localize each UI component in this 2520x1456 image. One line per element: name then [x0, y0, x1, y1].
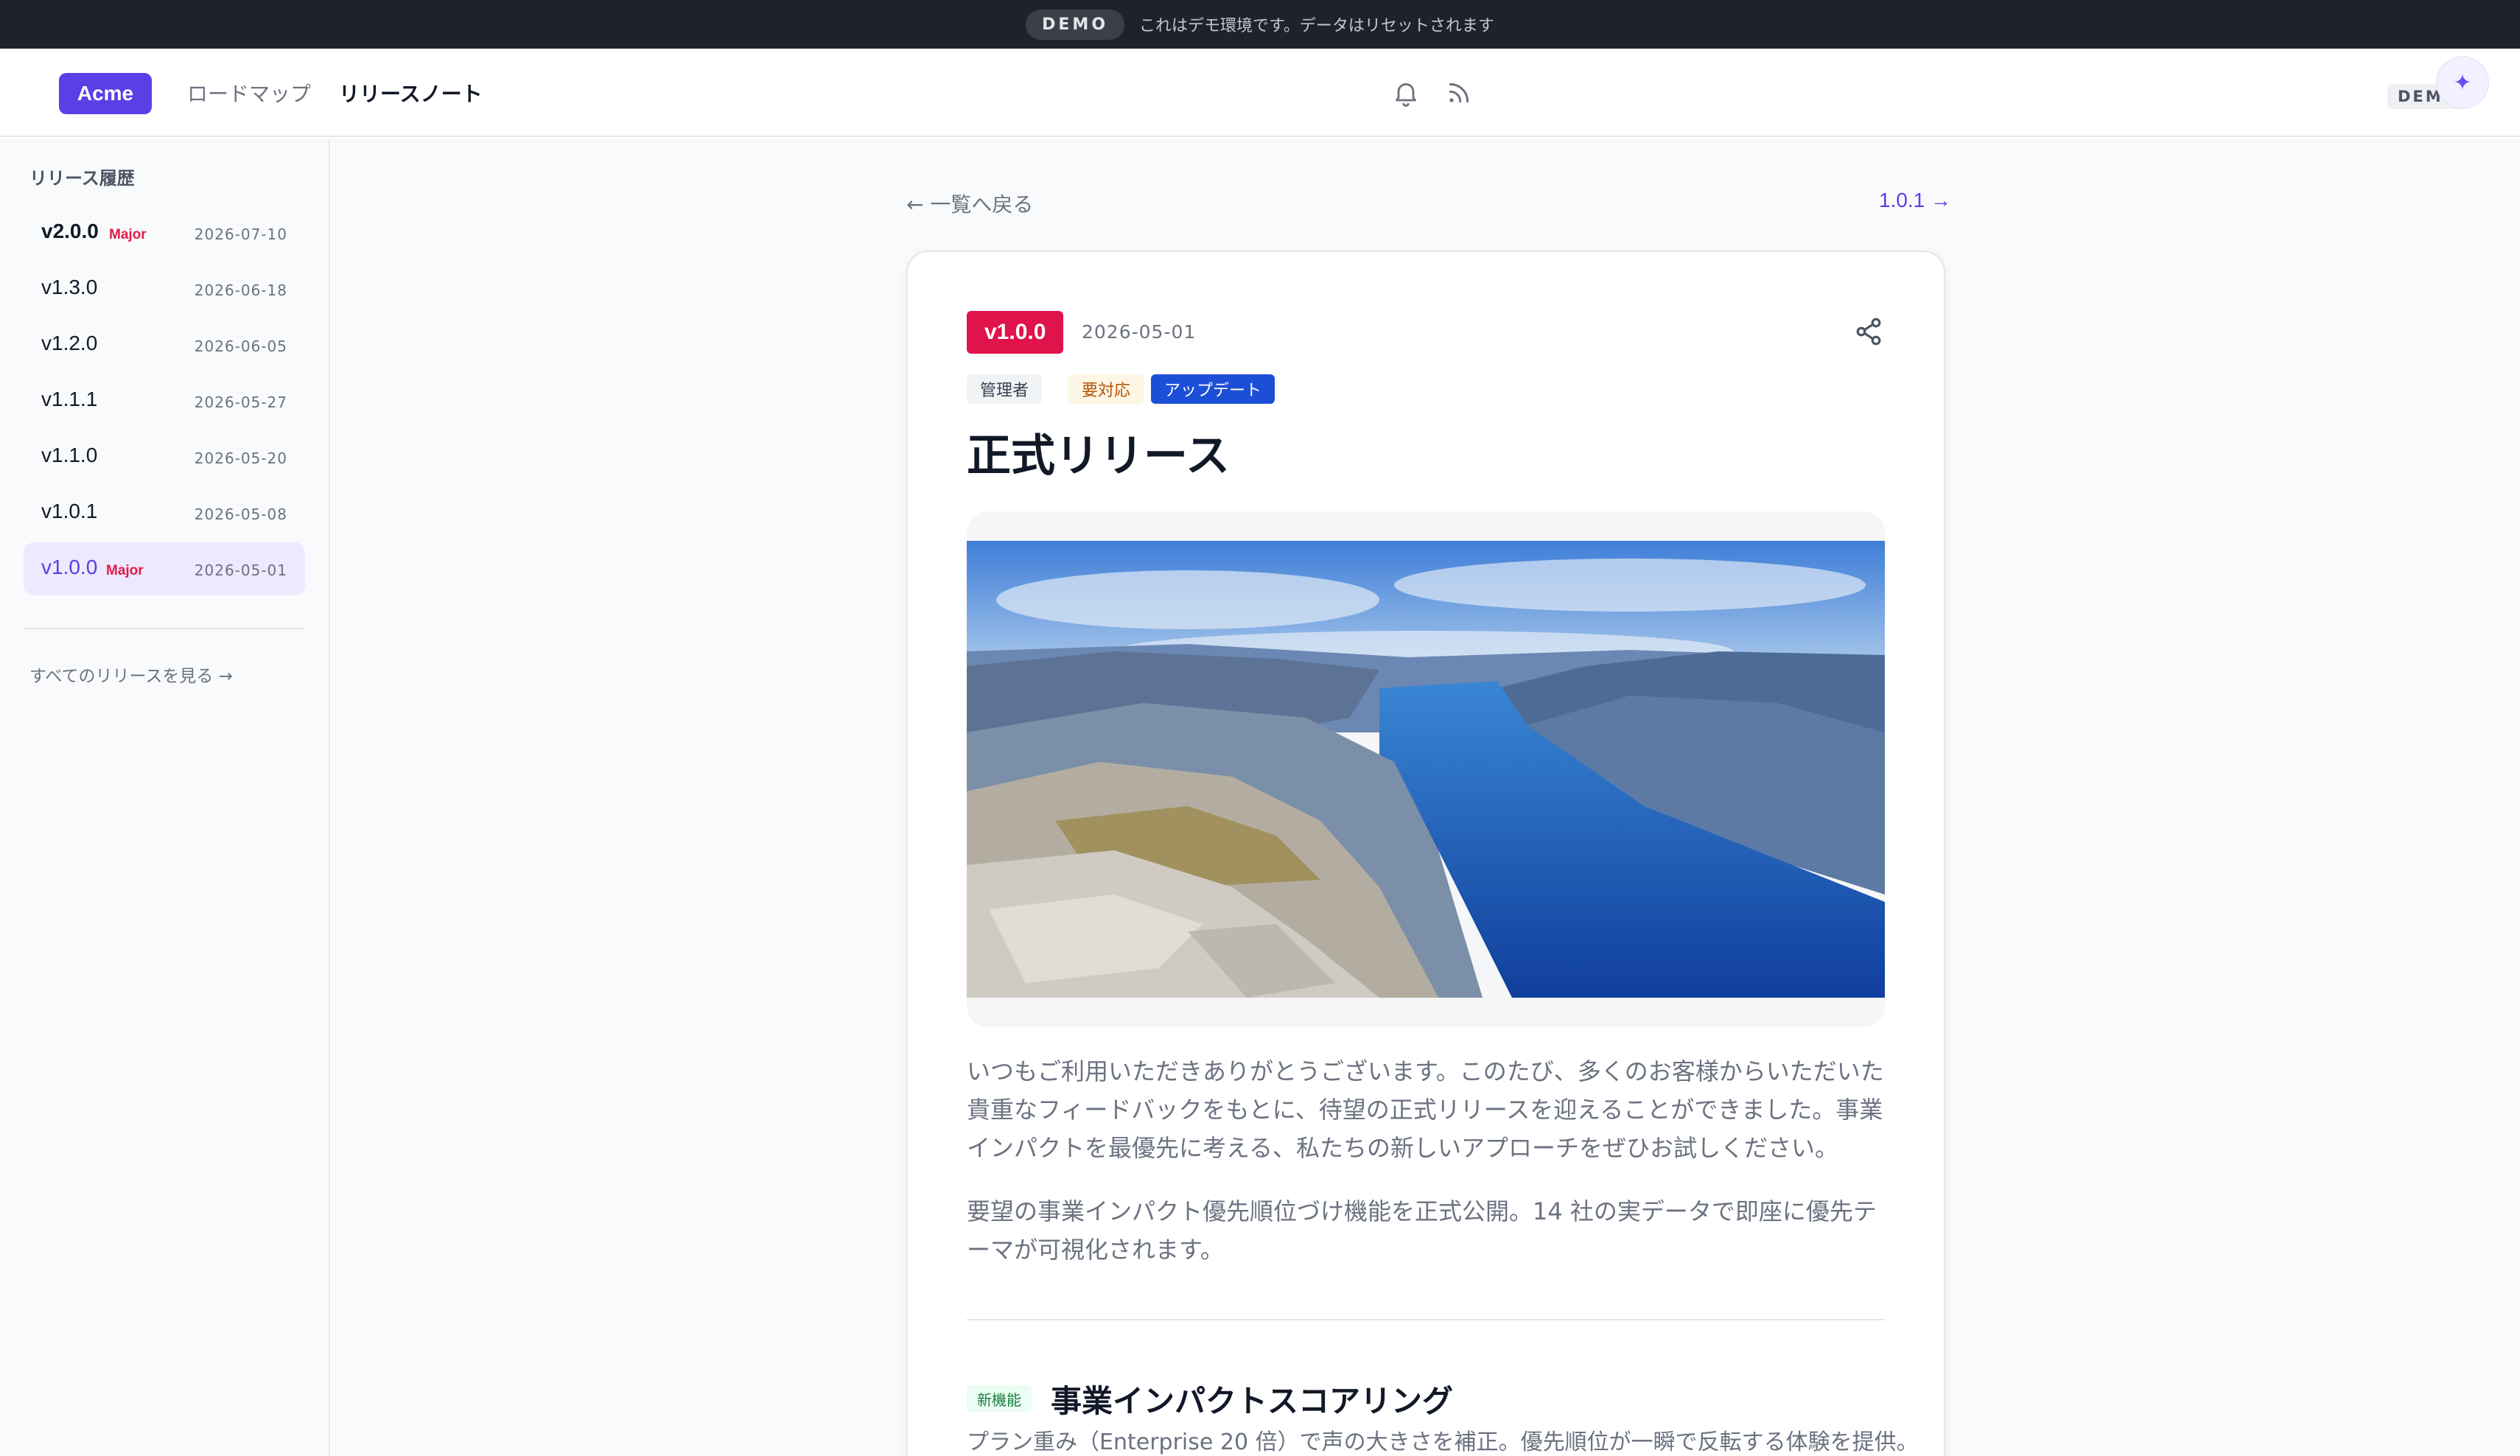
bell-icon[interactable] — [1391, 78, 1421, 108]
fjord-landscape-image — [967, 541, 1885, 998]
release-item-v1-0-0[interactable]: v1.0.0 Major 2026-05-01 — [24, 542, 305, 595]
section-divider — [967, 1319, 1885, 1320]
release-item-v1-2-0[interactable]: v1.2.0 2026-06-05 — [24, 318, 305, 371]
tag-admin: 管理者 — [967, 374, 1043, 404]
release-history-sidebar: リリース履歴 v2.0.0 Major 2026-07-10 v1.3.0 20… — [0, 139, 330, 1456]
release-version: v1.1.0 — [41, 444, 98, 466]
nav-release-notes[interactable]: リリースノート — [339, 78, 483, 108]
release-item-v1-3-0[interactable]: v1.3.0 2026-06-18 — [24, 262, 305, 315]
assistant-button[interactable]: ✦ — [2436, 56, 2489, 109]
release-item-v1-1-1[interactable]: v1.1.1 2026-05-27 — [24, 374, 305, 427]
hero-image-frame — [967, 511, 1885, 1027]
release-summary-paragraph: 要望の事業インパクト優先順位づけ機能を正式公開。14 社の実データで即座に優先テ… — [967, 1197, 1877, 1264]
nav-roadmap[interactable]: ロードマップ — [187, 78, 311, 108]
release-item-v1-1-0[interactable]: v1.1.0 2026-05-20 — [24, 430, 305, 483]
demo-message: これはデモ環境です。データはリセットされます — [1139, 17, 1494, 35]
feature-title: 事業インパクトスコアリング — [1051, 1383, 1454, 1419]
share-icon[interactable] — [1851, 314, 1886, 349]
next-release-link[interactable]: 1.0.1 → — [1879, 189, 1951, 212]
release-intro-paragraph: いつもご利用いただきありがとうございます。このたび、多くのお客様からいただいた貴… — [967, 1057, 1884, 1162]
top-header: Acme ロードマップ リリースノート DEMO — [0, 49, 2520, 137]
main-content: ← 一覧へ戻る 1.0.1 → v1.0.0 2026-05-01 管理者 要対… — [332, 139, 2520, 1456]
release-date: 2026-05-20 — [194, 449, 287, 467]
release-item-v2-0-0[interactable]: v2.0.0 Major 2026-07-10 — [24, 206, 305, 259]
release-date: 2026-07-10 — [194, 225, 287, 243]
demo-badge: DEMO — [1026, 9, 1125, 40]
release-version: v2.0.0 — [41, 220, 99, 242]
release-date: 2026-05-01 — [1082, 321, 1197, 343]
release-card: v1.0.0 2026-05-01 管理者 要対応 アップデート 正式リリース — [906, 251, 1945, 1456]
release-version: v1.3.0 — [41, 276, 98, 298]
sidebar-title: リリース履歴 — [29, 168, 135, 189]
logo[interactable]: Acme — [59, 73, 152, 114]
release-title: 正式リリース — [967, 430, 1230, 482]
version-badge: v1.0.0 — [967, 311, 1064, 354]
tag-action-required: 要対応 — [1068, 374, 1144, 404]
all-releases-link[interactable]: すべてのリリースを見る → — [29, 662, 233, 687]
release-date: 2026-06-05 — [194, 337, 287, 355]
release-date: 2026-05-27 — [194, 393, 287, 411]
major-label: Major — [106, 563, 144, 578]
release-date: 2026-05-01 — [194, 561, 287, 579]
release-item-v1-0-1[interactable]: v1.0.1 2026-05-08 — [24, 486, 305, 539]
sparkle-icon: ✦ — [2453, 69, 2472, 96]
back-to-list-link[interactable]: ← 一覧へ戻る — [906, 189, 1033, 218]
release-version: v1.2.0 — [41, 332, 98, 354]
release-version: v1.0.0 — [41, 556, 98, 578]
feature-tag-new: 新機能 — [967, 1385, 1032, 1412]
release-version: v1.0.1 — [41, 500, 98, 522]
feature-description: プラン重み（Enterprise 20 倍）で声の大きさを補正。優先順位が一瞬で… — [967, 1429, 1919, 1455]
rss-icon[interactable] — [1444, 78, 1474, 108]
tag-update: アップデート — [1151, 374, 1275, 404]
major-label: Major — [109, 227, 147, 242]
demo-banner: DEMO これはデモ環境です。データはリセットされます — [0, 0, 2520, 49]
sidebar-divider — [24, 628, 305, 629]
release-date: 2026-06-18 — [194, 281, 287, 299]
release-version: v1.1.1 — [41, 388, 98, 410]
release-date: 2026-05-08 — [194, 505, 287, 523]
